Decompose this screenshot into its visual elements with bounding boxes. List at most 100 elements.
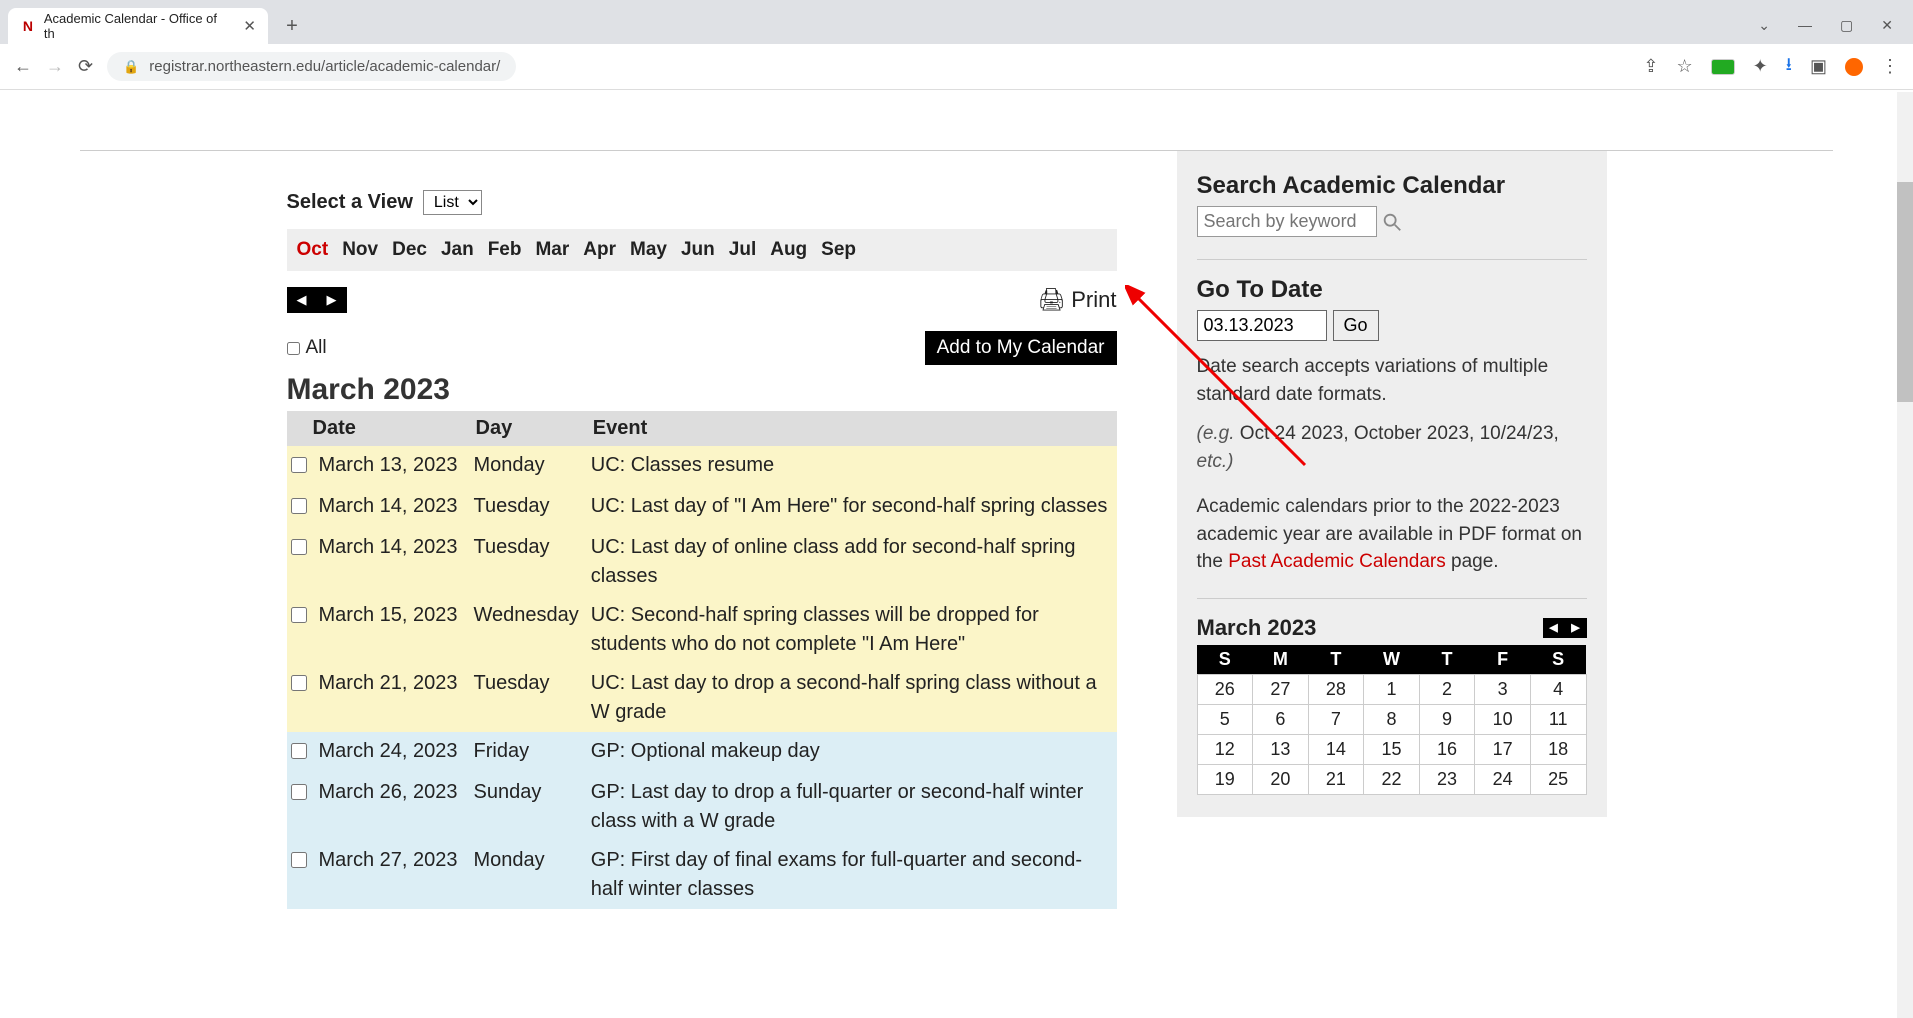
month-link-apr[interactable]: Apr bbox=[583, 239, 616, 261]
month-link-sep[interactable]: Sep bbox=[821, 239, 856, 261]
window-controls: ⌄ — ▢ ✕ bbox=[1758, 17, 1913, 34]
minical-day[interactable]: 10 bbox=[1475, 704, 1531, 734]
minical-day[interactable]: 5 bbox=[1197, 704, 1253, 734]
view-select[interactable]: List bbox=[423, 190, 482, 215]
minical-day[interactable]: 1 bbox=[1364, 674, 1420, 704]
browser-tab[interactable]: N Academic Calendar - Office of th ✕ bbox=[8, 8, 268, 44]
month-link-jan[interactable]: Jan bbox=[441, 239, 474, 261]
row-checkbox[interactable] bbox=[291, 498, 307, 514]
minical-dow: M bbox=[1253, 645, 1309, 675]
table-row: March 27, 2023MondayGP: First day of fin… bbox=[287, 841, 1117, 909]
search-icon[interactable] bbox=[1381, 211, 1403, 233]
cell-event: GP: First day of final exams for full-qu… bbox=[585, 841, 1117, 909]
goto-help-example: (e.g. Oct 24 2023, October 2023, 10/24/2… bbox=[1197, 420, 1587, 475]
row-checkbox[interactable] bbox=[291, 675, 307, 691]
month-link-aug[interactable]: Aug bbox=[770, 239, 807, 261]
minical-day[interactable]: 20 bbox=[1253, 764, 1309, 794]
select-all-label[interactable]: All bbox=[287, 337, 327, 359]
print-link[interactable]: 🖨 Print bbox=[1037, 287, 1116, 313]
minical-dow: S bbox=[1530, 645, 1586, 675]
minical-day[interactable]: 6 bbox=[1253, 704, 1309, 734]
minical-day[interactable]: 3 bbox=[1475, 674, 1531, 704]
row-checkbox[interactable] bbox=[291, 743, 307, 759]
minical-day[interactable]: 18 bbox=[1530, 734, 1586, 764]
share-icon[interactable]: ⇪ bbox=[1643, 56, 1658, 77]
minical-day[interactable]: 21 bbox=[1308, 764, 1364, 794]
minical-day[interactable]: 8 bbox=[1364, 704, 1420, 734]
month-link-feb[interactable]: Feb bbox=[488, 239, 522, 261]
table-row: March 24, 2023FridayGP: Optional makeup … bbox=[287, 732, 1117, 773]
search-input[interactable] bbox=[1197, 206, 1377, 237]
search-heading: Search Academic Calendar bbox=[1197, 172, 1587, 200]
minical-day[interactable]: 17 bbox=[1475, 734, 1531, 764]
cell-event: GP: Optional makeup day bbox=[585, 732, 1117, 773]
month-heading: March 2023 bbox=[287, 373, 1117, 407]
row-checkbox[interactable] bbox=[291, 607, 307, 623]
minical-day[interactable]: 26 bbox=[1197, 674, 1253, 704]
close-tab-icon[interactable]: ✕ bbox=[243, 17, 256, 35]
prev-button[interactable]: ◀ bbox=[287, 287, 317, 313]
minical-day[interactable]: 16 bbox=[1419, 734, 1475, 764]
cell-day: Tuesday bbox=[468, 664, 585, 732]
next-button[interactable]: ▶ bbox=[317, 287, 347, 313]
row-checkbox[interactable] bbox=[291, 539, 307, 555]
month-link-may[interactable]: May bbox=[630, 239, 667, 261]
minical-day[interactable]: 14 bbox=[1308, 734, 1364, 764]
extension-camera-icon[interactable] bbox=[1711, 59, 1735, 75]
row-checkbox[interactable] bbox=[291, 852, 307, 868]
vertical-scrollbar[interactable] bbox=[1897, 92, 1913, 1018]
month-link-mar[interactable]: Mar bbox=[535, 239, 569, 261]
cell-date: March 13, 2023 bbox=[313, 446, 468, 487]
minical-dow: T bbox=[1419, 645, 1475, 675]
reload-icon[interactable]: ⟳ bbox=[78, 56, 93, 77]
row-checkbox[interactable] bbox=[291, 457, 307, 473]
goto-date-input[interactable] bbox=[1197, 310, 1327, 341]
minical-day[interactable]: 22 bbox=[1364, 764, 1420, 794]
mini-calendar: SMTWTFS 26272812345678910111213141516171… bbox=[1197, 645, 1587, 795]
minical-day[interactable]: 4 bbox=[1530, 674, 1586, 704]
cell-day: Wednesday bbox=[468, 596, 585, 664]
url-text: registrar.northeastern.edu/article/acade… bbox=[149, 58, 500, 75]
extension-orange-icon[interactable] bbox=[1845, 58, 1863, 76]
month-link-jul[interactable]: Jul bbox=[729, 239, 756, 261]
minical-day[interactable]: 28 bbox=[1308, 674, 1364, 704]
minical-day[interactable]: 12 bbox=[1197, 734, 1253, 764]
minical-day[interactable]: 9 bbox=[1419, 704, 1475, 734]
minical-day[interactable]: 11 bbox=[1530, 704, 1586, 734]
back-icon[interactable]: ← bbox=[14, 56, 32, 77]
minical-day[interactable]: 23 bbox=[1419, 764, 1475, 794]
minical-day[interactable]: 24 bbox=[1475, 764, 1531, 794]
bookmark-star-icon[interactable]: ☆ bbox=[1676, 56, 1692, 77]
forward-icon[interactable]: → bbox=[46, 56, 64, 77]
minical-day[interactable]: 27 bbox=[1253, 674, 1309, 704]
row-checkbox[interactable] bbox=[291, 784, 307, 800]
minical-day[interactable]: 2 bbox=[1419, 674, 1475, 704]
extensions-puzzle-icon[interactable]: ✦ bbox=[1753, 56, 1768, 77]
new-tab-button[interactable]: + bbox=[278, 12, 306, 40]
minical-day[interactable]: 13 bbox=[1253, 734, 1309, 764]
month-link-dec[interactable]: Dec bbox=[392, 239, 427, 261]
kebab-menu-icon[interactable]: ⋮ bbox=[1881, 56, 1899, 77]
maximize-icon[interactable]: ▢ bbox=[1840, 17, 1853, 34]
cell-event: GP: Last day to drop a full-quarter or s… bbox=[585, 773, 1117, 841]
download-icon[interactable]: ⭳ bbox=[1786, 52, 1792, 82]
month-link-jun[interactable]: Jun bbox=[681, 239, 715, 261]
minical-day[interactable]: 7 bbox=[1308, 704, 1364, 734]
close-window-icon[interactable]: ✕ bbox=[1881, 17, 1893, 34]
minical-day[interactable]: 25 bbox=[1530, 764, 1586, 794]
add-to-calendar-button[interactable]: Add to My Calendar bbox=[925, 331, 1117, 365]
past-calendars-link[interactable]: Past Academic Calendars bbox=[1228, 551, 1446, 572]
minical-prev-button[interactable]: ◀ bbox=[1543, 618, 1565, 638]
select-all-checkbox[interactable] bbox=[287, 342, 300, 355]
minimize-icon[interactable]: — bbox=[1798, 17, 1812, 34]
panel-icon[interactable]: ▣ bbox=[1810, 56, 1827, 77]
minical-next-button[interactable]: ▶ bbox=[1565, 618, 1587, 638]
month-link-oct[interactable]: Oct bbox=[297, 239, 329, 261]
month-link-nov[interactable]: Nov bbox=[342, 239, 378, 261]
cell-day: Monday bbox=[468, 446, 585, 487]
goto-button[interactable]: Go bbox=[1333, 310, 1379, 341]
minical-day[interactable]: 15 bbox=[1364, 734, 1420, 764]
minical-day[interactable]: 19 bbox=[1197, 764, 1253, 794]
chevron-down-icon[interactable]: ⌄ bbox=[1758, 17, 1770, 34]
address-bar[interactable]: 🔒 registrar.northeastern.edu/article/aca… bbox=[107, 52, 516, 81]
